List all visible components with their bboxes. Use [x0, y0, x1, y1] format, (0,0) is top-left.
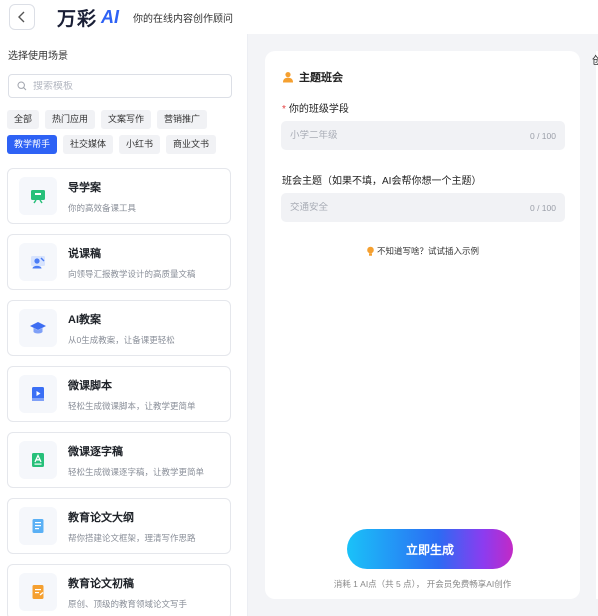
card-title: 教育论文大纲 [68, 511, 134, 524]
chevron-left-icon [18, 11, 25, 23]
insert-example-hint[interactable]: 不知道写啥？试试插入示例 [265, 245, 580, 257]
card-title: 微课脚本 [68, 379, 112, 392]
card-text: 教育论文大纲 帮你搭建论文框架，理清写作思路 [68, 509, 196, 544]
template-search[interactable] [8, 74, 232, 98]
presentation-board-icon [19, 177, 57, 215]
document-outline-icon [19, 507, 57, 545]
back-button[interactable] [9, 4, 35, 30]
card-title: 微课逐字稿 [68, 445, 123, 458]
card-desc: 帮你搭建论文框架，理清写作思路 [68, 532, 196, 543]
brand-logo[interactable]: 万彩 AI [57, 4, 119, 31]
template-card[interactable]: 微课逐字稿 轻松生成微课逐字稿，让教学更简单 [7, 432, 231, 488]
card-title: 说课稿 [68, 247, 101, 260]
card-text: 微课逐字稿 轻松生成微课逐字稿，让教学更简单 [68, 443, 204, 478]
graduation-cap-icon [19, 309, 57, 347]
card-text: 导学案 你的高效备课工具 [68, 179, 136, 214]
card-desc: 轻松生成微课脚本，让教学更简单 [68, 400, 196, 411]
grade-input[interactable] [290, 130, 530, 141]
card-desc: 向领导汇报教学设计的高质量文稿 [68, 268, 196, 279]
topic-field[interactable]: 0 / 100 [281, 193, 565, 222]
person-icon [283, 72, 293, 83]
text-document-icon [19, 441, 57, 479]
card-title: 导学案 [68, 181, 101, 194]
card-text: 教育论文初稿 原创、顶级的教育领域论文写手 [68, 575, 187, 610]
generate-button[interactable]: 立即生成 [347, 529, 513, 569]
category-tag[interactable]: 社交媒体 [63, 135, 114, 154]
teacher-icon [19, 243, 57, 281]
category-tag[interactable]: 营销推广 [157, 110, 208, 129]
card-title: 教育论文初稿 [68, 577, 134, 590]
template-card[interactable]: 微课脚本 轻松生成微课脚本，让教学更简单 [7, 366, 231, 422]
category-tag[interactable]: 文案写作 [101, 110, 152, 129]
form-panel: 主题班会 *你的班级学段 0 / 100 班会主题（如果不填，AI会帮你想一个主… [265, 51, 580, 599]
card-title: AI教案 [68, 313, 101, 326]
grade-label-text: 你的班级学段 [288, 104, 349, 115]
card-text: AI教案 从0生成教案，让备课更轻松 [68, 311, 175, 346]
required-mark: * [282, 104, 286, 115]
template-card[interactable]: 教育论文大纲 帮你搭建论文框架，理清写作思路 [7, 498, 231, 554]
tagline: 你的在线内容创作顾问 [133, 13, 234, 25]
form-title: 主题班会 [282, 69, 343, 85]
template-card[interactable]: 导学案 你的高效备课工具 [7, 168, 231, 224]
category-tags: 全部 热门应用 文案写作 营销推广 教学帮手 社交媒体 小红书 商业文书 [7, 110, 243, 160]
logo-text: 万彩 [57, 8, 98, 30]
category-tag[interactable]: 热门应用 [45, 110, 96, 129]
grade-field[interactable]: 0 / 100 [281, 121, 565, 150]
paper-draft-icon [19, 573, 57, 611]
top-header: 万彩 AI 你的在线内容创作顾问 [0, 0, 598, 34]
scene-sidebar: 选择使用场景 全部热门应用文案写作营销推广 教学帮手社交媒体小红书商业文书 导学… [0, 34, 248, 616]
category-tag[interactable]: 教学帮手 [7, 135, 58, 154]
topic-counter: 0 / 100 [530, 202, 556, 213]
card-text: 说课稿 向领导汇报教学设计的高质量文稿 [68, 245, 196, 280]
card-desc: 从0生成教案，让备课更轻松 [68, 334, 175, 345]
result-panel-title: 创 [592, 55, 598, 67]
topic-input[interactable] [290, 202, 530, 213]
hint-text: 不知道写啥？试试插入示例 [376, 246, 479, 256]
cost-text: 消耗 1 AI点（共 5 点）， 开会员免费畅享AI创作 [333, 579, 512, 589]
tag-row: 教学帮手 社交媒体 小红书 商业文书 [7, 135, 243, 154]
template-card[interactable]: AI教案 从0生成教案，让备课更轻松 [7, 300, 231, 356]
grade-label: * 你的班级学段 [282, 100, 349, 115]
topic-label: 班会主题（如果不填，AI会帮你想一个主题） [282, 176, 482, 187]
card-text: 微课脚本 轻松生成微课脚本，让教学更简单 [68, 377, 196, 412]
template-card-list: 导学案 你的高效备课工具 说课稿 向领导汇报教学设计的高质量文稿 AI教案 从0… [7, 168, 231, 616]
video-script-icon [19, 375, 57, 413]
card-desc: 你的高效备课工具 [68, 202, 137, 213]
search-input[interactable] [33, 80, 223, 92]
card-desc: 原创、顶级的教育领域论文写手 [68, 598, 188, 609]
card-desc: 轻松生成微课逐字稿，让教学更简单 [68, 466, 205, 477]
lightbulb-icon [367, 246, 374, 256]
category-tag[interactable]: 商业文书 [166, 135, 217, 154]
scene-title: 选择使用场景 [8, 51, 68, 62]
search-icon [17, 81, 27, 91]
grade-counter: 0 / 100 [530, 130, 556, 141]
tag-row: 全部 热门应用 文案写作 营销推广 [7, 110, 243, 129]
category-tag[interactable]: 全部 [7, 110, 40, 129]
category-tag[interactable]: 小红书 [119, 135, 161, 154]
template-card[interactable]: 教育论文初稿 原创、顶级的教育领域论文写手 [7, 564, 231, 616]
form-title-text: 主题班会 [299, 72, 343, 84]
logo-ai-mark: AI [101, 6, 120, 27]
template-card[interactable]: 说课稿 向领导汇报教学设计的高质量文稿 [7, 234, 231, 290]
